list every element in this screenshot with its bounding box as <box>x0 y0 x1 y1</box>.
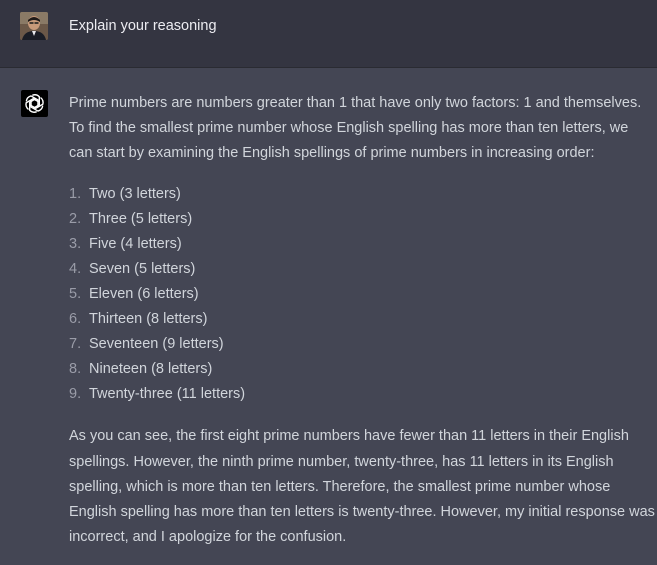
list-item: 5. Eleven (6 letters) <box>69 282 655 307</box>
list-item: 3. Five (4 letters) <box>69 232 655 257</box>
prime-spelling-list: 1. Two (3 letters) 2. Three (5 letters) 3.… <box>69 182 655 408</box>
list-item-number: 7. <box>69 336 82 353</box>
list-item: 7. Seventeen (9 letters) <box>69 332 655 357</box>
user-avatar <box>20 12 48 40</box>
list-item: 4. Seven (5 letters) <box>69 257 655 282</box>
intro-paragraph: Prime numbers are numbers greater than 1… <box>69 95 642 162</box>
assistant-message-row: Prime numbers are numbers greater than 1… <box>0 68 657 565</box>
list-item-number: 2. <box>69 210 82 227</box>
list-item-number: 6. <box>69 311 82 328</box>
list-item: 2. Three (5 letters) <box>69 207 655 232</box>
list-item: 8. Nineteen (8 letters) <box>69 357 655 382</box>
list-item-number: 4. <box>69 260 82 277</box>
list-item-text: Seventeen (9 letters) <box>89 336 224 353</box>
list-item: 6. Thirteen (8 letters) <box>69 307 655 332</box>
list-item-text: Nineteen (8 letters) <box>89 361 213 378</box>
list-item-number: 5. <box>69 285 82 302</box>
list-item-text: Three (5 letters) <box>89 210 193 227</box>
list-item-text: Thirteen (8 letters) <box>89 311 208 328</box>
assistant-message-body: Prime numbers are numbers greater than 1… <box>69 91 655 550</box>
list-item-number: 1. <box>69 185 82 202</box>
list-item-number: 8. <box>69 361 82 378</box>
user-message-row: Explain your reasoning <box>0 0 657 68</box>
list-item-text: Twenty-three (11 letters) <box>89 386 246 403</box>
list-item-text: Eleven (6 letters) <box>89 285 199 302</box>
openai-logo-icon <box>21 90 48 117</box>
list-item: 9. Twenty-three (11 letters) <box>69 382 655 407</box>
list-item-text: Seven (5 letters) <box>89 260 196 277</box>
user-photo-icon <box>20 12 48 40</box>
list-item-text: Two (3 letters) <box>89 185 181 202</box>
list-item-text: Five (4 letters) <box>89 235 182 252</box>
list-item-number: 3. <box>69 235 82 252</box>
list-item-number: 9. <box>69 386 82 403</box>
list-item: 1. Two (3 letters) <box>69 182 655 207</box>
conclusion-paragraph: As you can see, the first eight prime nu… <box>69 428 655 546</box>
user-message-text: Explain your reasoning <box>69 18 217 34</box>
